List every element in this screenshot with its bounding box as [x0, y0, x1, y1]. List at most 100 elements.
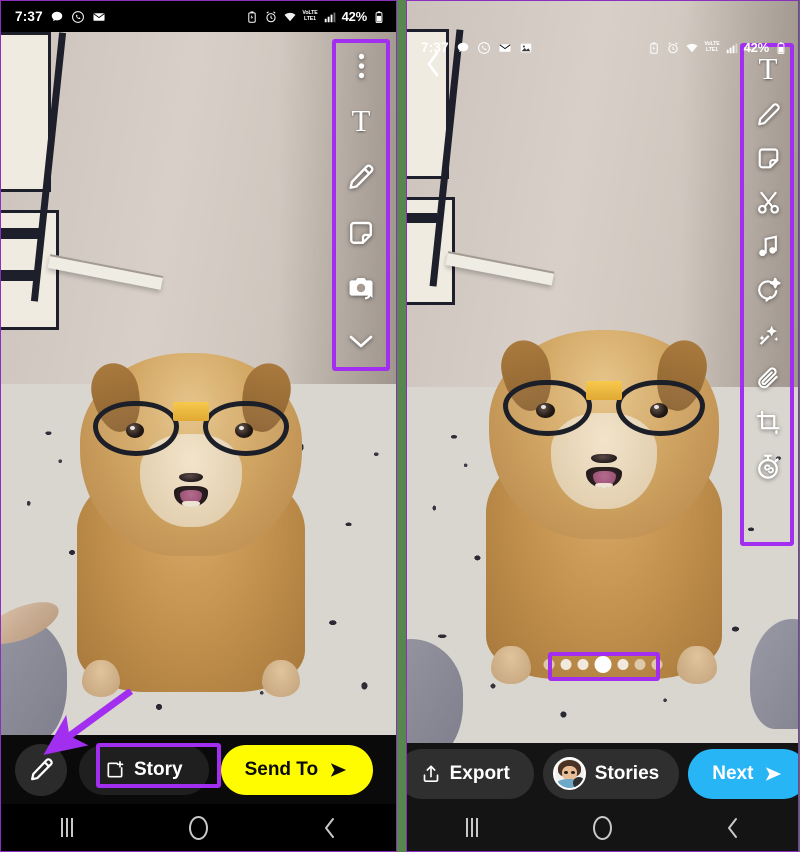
- dog-teeth: [181, 501, 201, 507]
- status-time: 7:37: [15, 9, 43, 24]
- timer-icon[interactable]: [754, 453, 782, 481]
- alarm-icon: [266, 10, 277, 22]
- signal-bars-icon: [726, 43, 737, 53]
- volte-icon: VoLTE LTE1: [302, 10, 318, 22]
- battery-icon: [375, 10, 383, 23]
- wifi-icon: [284, 12, 296, 21]
- status-bar-left: 7:37 VoLTE LTE1 42%: [1, 1, 396, 32]
- dog-glasses: [503, 379, 705, 437]
- left-panel-snapchat-send-screen: 7:37 VoLTE LTE1 42% T Story Send To: [0, 0, 397, 852]
- pencil-icon[interactable]: [346, 162, 376, 192]
- snapchat-edit-toolbar[interactable]: T: [340, 45, 382, 352]
- home-icon[interactable]: [572, 808, 632, 848]
- story-button[interactable]: Story: [79, 744, 209, 795]
- dog-subject: [449, 319, 759, 684]
- text-icon[interactable]: T: [352, 105, 371, 136]
- glasses-lens-left: [93, 401, 180, 457]
- bottom-action-bar-left: Story Send To: [1, 735, 396, 804]
- chevron-down-icon[interactable]: [346, 330, 376, 352]
- export-icon: [423, 765, 438, 782]
- dog-eye-right: [649, 402, 669, 419]
- mail-icon: [93, 12, 105, 21]
- battery-percent: 42%: [341, 9, 368, 24]
- shelf-shelf-rail: [1, 228, 39, 239]
- edit-pencil-button[interactable]: [15, 743, 67, 796]
- next-label: Next: [712, 762, 754, 784]
- carousel-dot[interactable]: [651, 659, 662, 670]
- alarm-icon: [668, 41, 679, 53]
- camera-flip-icon[interactable]: [346, 274, 376, 304]
- next-button[interactable]: Next: [688, 748, 798, 799]
- dog-eye-left: [125, 423, 144, 439]
- lens-star-icon[interactable]: [755, 277, 782, 304]
- scissors-icon[interactable]: [755, 189, 782, 216]
- android-nav-bar-left[interactable]: [1, 804, 396, 851]
- volte-icon: VoLTE LTE1: [704, 41, 720, 53]
- export-button[interactable]: Export: [407, 748, 534, 799]
- home-icon[interactable]: [168, 808, 228, 848]
- dog-open-mouth: [586, 467, 622, 489]
- whatsapp-icon: [71, 10, 84, 23]
- screenshot-stage: 7:37 VoLTE LTE1 42% T Story Send To 7:37…: [0, 0, 800, 852]
- carousel-dot[interactable]: [543, 659, 554, 670]
- android-nav-bar-right[interactable]: [407, 804, 798, 851]
- dog-nose: [591, 453, 617, 464]
- sticker-icon[interactable]: [346, 218, 376, 248]
- magic-wand-icon[interactable]: [755, 321, 782, 348]
- dog-eye-left: [536, 402, 556, 419]
- carousel-dot[interactable]: [577, 659, 588, 670]
- mail-icon: [499, 43, 511, 52]
- dog-head: [489, 329, 719, 539]
- export-label: Export: [449, 762, 510, 784]
- carousel-dot[interactable]: [617, 659, 628, 670]
- pencil-icon[interactable]: [755, 101, 782, 128]
- battery-icon: [777, 41, 785, 54]
- photo-preview-right[interactable]: [407, 1, 798, 743]
- bitmoji-avatar: [552, 757, 586, 790]
- recents-icon[interactable]: [37, 808, 97, 848]
- glasses-lens-left: [503, 379, 592, 437]
- wifi-icon: [686, 43, 698, 52]
- carousel-dot[interactable]: [634, 659, 645, 670]
- shelf-shelf-rail-2: [1, 270, 39, 281]
- glasses-yellow-bridge: [173, 402, 209, 421]
- back-icon[interactable]: [703, 808, 763, 848]
- carousel-dot-active[interactable]: [594, 656, 611, 673]
- story-label: Story: [134, 758, 183, 780]
- dog-teeth: [594, 482, 614, 489]
- status-bar-right: 7:37 VoLTE LTE1 42%: [407, 32, 798, 63]
- glasses-yellow-bridge: [585, 381, 623, 401]
- glasses-lens-right: [616, 379, 705, 437]
- music-note-icon[interactable]: [755, 233, 782, 260]
- dog-paw-right: [261, 659, 301, 697]
- stories-button[interactable]: Stories: [542, 748, 680, 799]
- dog-paw-left: [490, 645, 531, 684]
- dog-paw-right: [677, 645, 718, 684]
- battery-percent: 42%: [743, 40, 770, 55]
- battery-saver-icon: [650, 41, 659, 54]
- send-to-label: Send To: [244, 758, 319, 780]
- bottom-action-bar-right: Export Stories Next: [407, 743, 798, 804]
- editor-tool-rail[interactable]: T: [748, 49, 788, 481]
- paperclip-icon[interactable]: [755, 365, 782, 392]
- filter-carousel[interactable]: [543, 656, 662, 673]
- photo-preview-left[interactable]: [1, 32, 396, 735]
- more-options-icon[interactable]: [358, 53, 365, 79]
- back-icon[interactable]: [300, 808, 360, 848]
- recents-icon[interactable]: [442, 808, 502, 848]
- dog-nose: [178, 472, 204, 483]
- dog-glasses: [93, 401, 289, 457]
- chat-bubble-icon: [457, 42, 469, 52]
- sticker-icon[interactable]: [755, 145, 782, 172]
- dog-subject: [41, 342, 341, 697]
- send-to-button[interactable]: Send To: [220, 744, 374, 795]
- whatsapp-icon: [477, 41, 490, 54]
- dog-open-mouth: [173, 485, 209, 507]
- right-panel-photo-editor-screen: 7:37 VoLTE LTE1 42% T Export Stories Nex…: [406, 0, 799, 852]
- panel-divider: [397, 0, 406, 852]
- carousel-dot[interactable]: [560, 659, 571, 670]
- dog-paw-left: [81, 659, 121, 697]
- battery-saver-icon: [248, 10, 257, 23]
- gallery-icon: [520, 43, 532, 52]
- crop-icon[interactable]: [755, 409, 782, 436]
